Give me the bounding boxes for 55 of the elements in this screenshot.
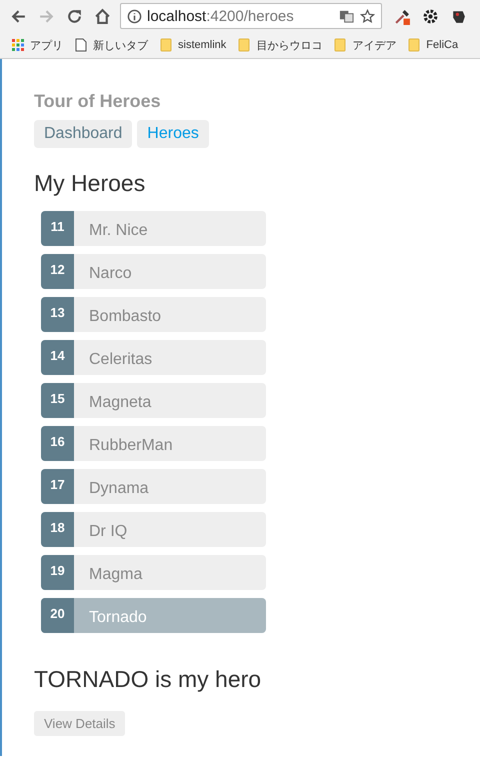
hero-item[interactable]: 15 Magneta	[41, 383, 266, 418]
hero-name: Magneta	[89, 392, 152, 412]
page-icon[interactable]	[75, 38, 87, 52]
bookmark-link[interactable]: 目からウロコ	[256, 38, 322, 52]
gear-icon[interactable]	[422, 8, 439, 24]
view-details-button[interactable]: View Details	[34, 711, 126, 736]
hero-item[interactable]: 13 Bombasto	[41, 297, 266, 332]
app-title: Tour of Heroes	[34, 91, 162, 112]
hero-id-badge: 14	[41, 340, 74, 375]
hero-item[interactable]: 14 Celeritas	[41, 340, 266, 375]
home-icon[interactable]	[94, 8, 111, 24]
hero-item[interactable]: 18 Dr IQ	[41, 512, 266, 547]
hero-item[interactable]: 19 Magma	[41, 555, 266, 590]
url-path: :4200/heroes	[206, 8, 294, 24]
bookmark-link[interactable]: FeliCa	[426, 39, 458, 51]
hero-id-badge: 19	[41, 555, 74, 590]
url-host: localhost	[147, 8, 206, 24]
hero-item[interactable]: 20 Tornado	[41, 598, 266, 633]
translate-icon[interactable]	[339, 8, 354, 24]
bookmark-link[interactable]: sistemlink	[178, 39, 226, 51]
hero-name: Narco	[89, 264, 132, 282]
hero-name: Dynama	[89, 478, 149, 498]
hero-name: Magma	[89, 564, 142, 584]
bookmark-link[interactable]: アイデア	[352, 38, 396, 52]
bookmark-link[interactable]: 新しいタブ	[93, 38, 148, 52]
info-icon	[127, 8, 142, 24]
hero-name: Tornado	[89, 608, 147, 626]
address-bar[interactable]: localhost:4200/heroes	[120, 3, 382, 29]
apps-grid-icon[interactable]	[12, 38, 24, 52]
hero-id-badge: 18	[41, 512, 74, 547]
nav-link[interactable]: Heroes	[137, 120, 209, 148]
section-heading: My Heroes	[34, 170, 146, 197]
hero-id-badge: 16	[41, 426, 74, 461]
hero-name: RubberMan	[89, 436, 173, 454]
hero-name: Celeritas	[89, 350, 152, 368]
hero-item[interactable]: 16 RubberMan	[41, 426, 266, 461]
hero-id-badge: 17	[41, 469, 74, 504]
hero-name: Bombasto	[89, 306, 162, 326]
hero-id-badge: 15	[41, 383, 74, 418]
back-icon[interactable]	[10, 8, 27, 24]
hero-item[interactable]: 12 Narco	[41, 254, 266, 289]
hero-name: Mr. Nice	[89, 220, 148, 240]
detail-heading: TORNADO is my hero	[34, 666, 262, 693]
hero-item[interactable]: 11 Mr. Nice	[41, 211, 266, 246]
hero-id-badge: 20	[41, 598, 74, 633]
hero-id-badge: 12	[41, 254, 74, 289]
eyedropper-icon[interactable]	[394, 8, 411, 24]
bookmark-link[interactable]: アプリ	[30, 38, 63, 52]
hero-item[interactable]: 17 Dynama	[41, 469, 266, 504]
star-icon[interactable]	[360, 8, 375, 24]
nav-link[interactable]: Dashboard	[34, 120, 132, 148]
hero-id-badge: 11	[41, 211, 74, 246]
reload-icon[interactable]	[66, 8, 83, 24]
hero-name: Dr IQ	[89, 522, 128, 540]
hero-id-badge: 13	[41, 297, 74, 332]
